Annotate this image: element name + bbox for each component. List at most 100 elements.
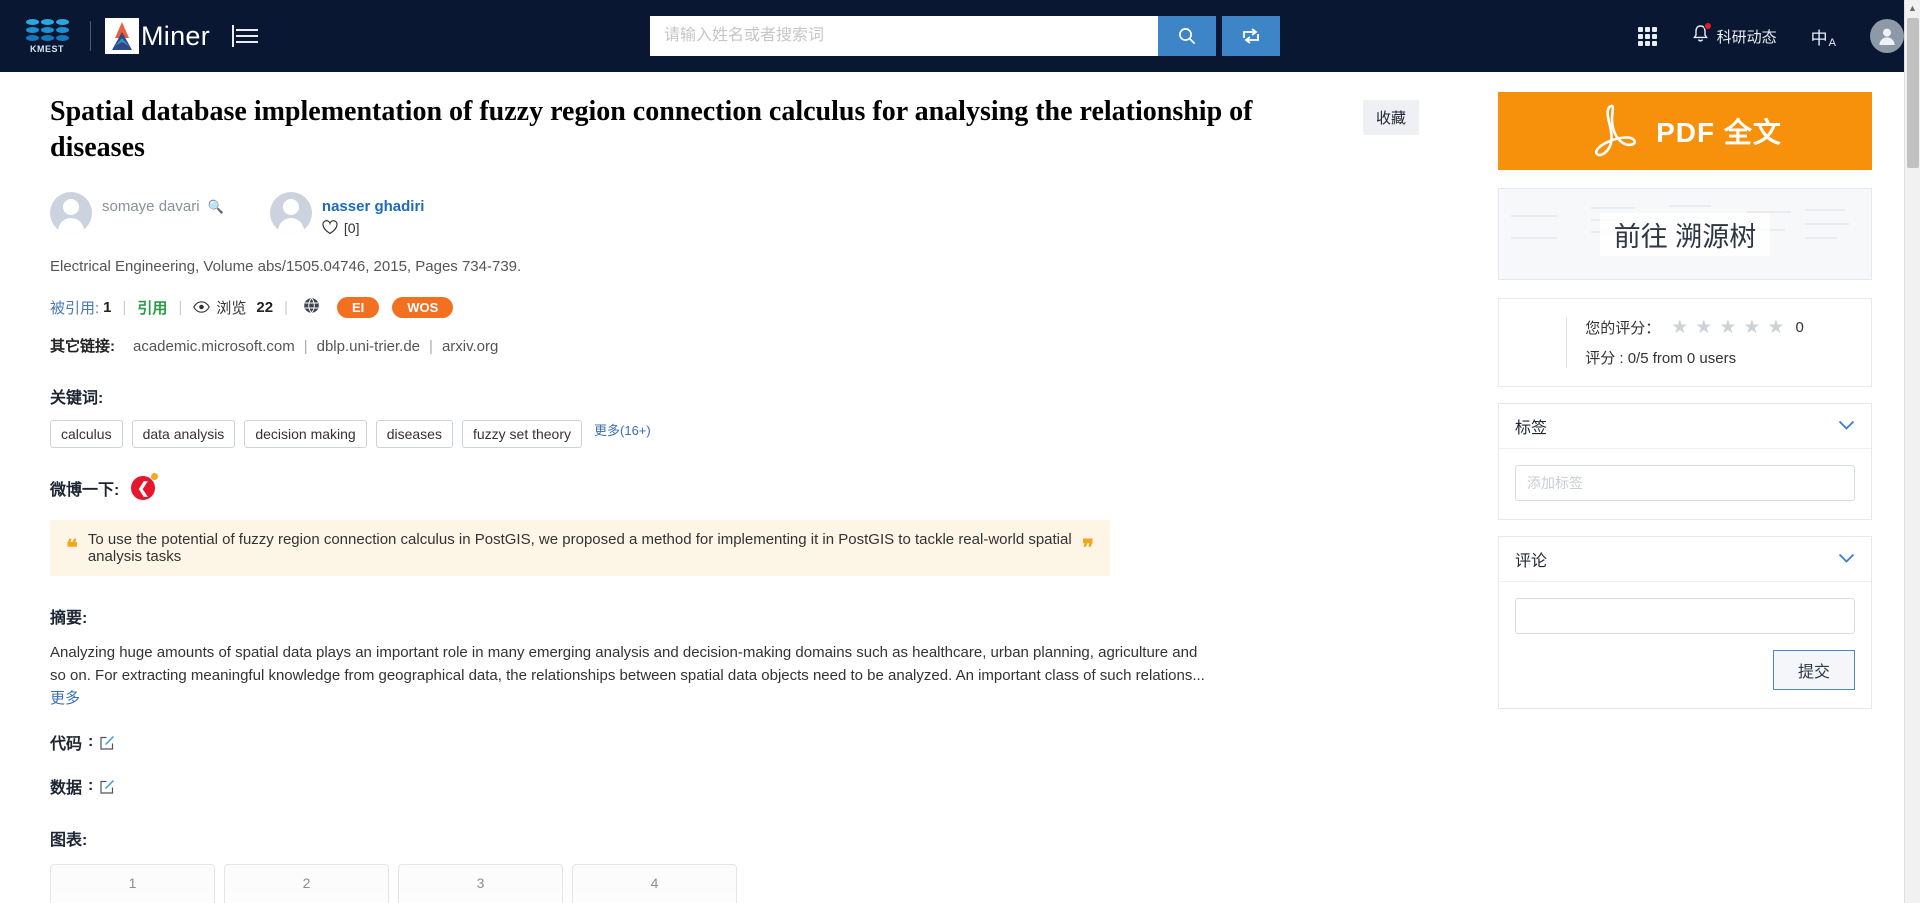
- comments-panel-title: 评论: [1515, 553, 1548, 570]
- star-icon[interactable]: ★: [1767, 318, 1784, 337]
- aminer-logo[interactable]: Miner: [105, 18, 210, 54]
- figure-thumbnail[interactable]: 4: [572, 864, 737, 903]
- external-edit-icon[interactable]: [99, 734, 116, 751]
- chevron-down-icon[interactable]: [1838, 418, 1855, 435]
- pdf-fulltext-button[interactable]: PDF 全文: [1498, 92, 1872, 170]
- cited-label: 被引用:: [50, 299, 100, 317]
- link-divider: |: [303, 337, 308, 355]
- code-row: 代码:: [50, 730, 1450, 754]
- brand-divider: [90, 21, 91, 51]
- keyword-list: calculus data analysis decision making d…: [50, 419, 1450, 448]
- tags-panel-header[interactable]: 标签: [1499, 404, 1871, 449]
- metric-divider: |: [122, 298, 127, 316]
- globe-icon[interactable]: [303, 297, 320, 318]
- abstract-label: 摘要: [50, 609, 83, 627]
- top-header-bar: KMEST Miner 请输入姓名或者搜索词 科研动态 中 A: [0, 0, 1920, 72]
- author-name[interactable]: somaye davari: [102, 198, 200, 215]
- hamburger-icon[interactable]: [232, 25, 259, 47]
- cite-button[interactable]: 引用: [137, 297, 167, 318]
- kmest-logo[interactable]: KMEST: [18, 14, 76, 58]
- language-toggle-button[interactable]: 中 A: [1811, 24, 1836, 49]
- data-label: 数据: [50, 780, 83, 798]
- scrollbar-thumb[interactable]: [1907, 18, 1919, 168]
- data-row: 数据:: [50, 774, 1450, 798]
- comment-input[interactable]: [1515, 598, 1855, 634]
- metric-divider: |: [178, 298, 183, 316]
- keyword-chip[interactable]: diseases: [375, 419, 453, 448]
- pdf-icon: [1595, 104, 1637, 157]
- author-likes[interactable]: [0]: [322, 220, 425, 236]
- comments-panel-header[interactable]: 评论: [1499, 537, 1871, 582]
- origin-tree-card[interactable]: 前往 溯源树: [1498, 188, 1872, 280]
- keywords-label: 关键词: [50, 389, 99, 407]
- submit-comment-button[interactable]: 提交: [1772, 650, 1855, 690]
- pdf-fulltext-label: PDF 全文: [1656, 117, 1782, 148]
- search-input[interactable]: [650, 16, 1158, 56]
- avatar: [50, 191, 92, 234]
- page-body: Spatial database implementation of fuzzy…: [0, 72, 1920, 903]
- figure-thumbnail[interactable]: 3: [398, 864, 563, 903]
- other-links-row: 其它链接: academic.microsoft.com | dblp.uni-…: [50, 335, 1450, 356]
- header-right-actions: 科研动态 中 A: [1637, 19, 1904, 53]
- search-button[interactable]: [1158, 16, 1216, 56]
- comments-panel: 评论 提交: [1498, 536, 1872, 709]
- user-account-button[interactable]: [1870, 19, 1904, 53]
- star-icon[interactable]: ★: [1695, 318, 1712, 337]
- exchange-search-button[interactable]: [1222, 16, 1280, 56]
- chevron-down-icon[interactable]: [1838, 551, 1855, 568]
- figure-thumbnail[interactable]: 1: [50, 864, 215, 903]
- quote-open-icon: ❝: [66, 534, 78, 560]
- your-rating-value: 0: [1795, 319, 1804, 336]
- page-scrollbar[interactable]: ▲: [1904, 0, 1920, 903]
- abstract-more-link[interactable]: 更多: [50, 690, 80, 707]
- language-secondary: A: [1828, 36, 1836, 49]
- keyword-chip[interactable]: fuzzy set theory: [461, 419, 583, 448]
- keyword-chip[interactable]: data analysis: [131, 419, 236, 448]
- code-label: 代码: [50, 736, 83, 754]
- keyword-chip[interactable]: decision making: [244, 419, 367, 448]
- star-icon[interactable]: ★: [1743, 318, 1760, 337]
- views-count: 22: [256, 298, 274, 316]
- author-like-count: [0]: [343, 219, 360, 236]
- badge-ei[interactable]: EI: [336, 296, 380, 318]
- favorite-button[interactable]: 收藏: [1363, 100, 1420, 135]
- star-icon[interactable]: ★: [1671, 318, 1688, 337]
- search-icon[interactable]: 🔍: [208, 199, 224, 214]
- grid-apps-icon: [1637, 26, 1657, 46]
- add-tag-input[interactable]: [1515, 465, 1855, 501]
- other-link-item[interactable]: academic.microsoft.com: [133, 338, 295, 355]
- weibo-icon[interactable]: ❮: [131, 472, 159, 500]
- weibo-label: 微博一下:: [50, 481, 120, 499]
- language-primary: 中: [1810, 28, 1828, 48]
- eye-icon: [193, 301, 211, 313]
- author-item[interactable]: somaye davari 🔍: [50, 191, 224, 234]
- other-link-item[interactable]: arxiv.org: [442, 338, 498, 355]
- keyword-chip[interactable]: calculus: [50, 419, 123, 448]
- other-link-item[interactable]: dblp.uni-trier.de: [317, 338, 420, 355]
- keywords-more-link[interactable]: 更多(16+): [594, 420, 651, 439]
- link-divider: |: [429, 337, 433, 355]
- rating-card: 您的评分： ★ ★ ★ ★ ★ 0 评分 : 0/5 from 0 users: [1498, 298, 1872, 387]
- brand-area[interactable]: KMEST Miner: [18, 14, 259, 58]
- heart-icon: [322, 220, 338, 235]
- author-meta: somaye davari 🔍: [102, 192, 224, 215]
- notifications-button[interactable]: 科研动态: [1691, 22, 1777, 48]
- star-icon[interactable]: ★: [1719, 318, 1736, 337]
- badge-wos[interactable]: WOS: [392, 296, 454, 318]
- scroll-up-arrow-icon[interactable]: ▲: [1905, 0, 1920, 16]
- notification-badge-dot: [1703, 22, 1712, 30]
- paper-main-column: Spatial database implementation of fuzzy…: [0, 72, 1490, 903]
- external-edit-icon[interactable]: [99, 778, 116, 795]
- origin-tree-label: 前往 溯源树: [1599, 212, 1771, 256]
- venue-info: Electrical Engineering, Volume abs/1505.…: [50, 257, 522, 275]
- author-item[interactable]: nasser ghadiri [0]: [269, 191, 425, 236]
- author-name[interactable]: nasser ghadiri: [322, 198, 425, 215]
- figure-thumbnail[interactable]: 2: [224, 864, 389, 903]
- star-rating-control[interactable]: ★ ★ ★ ★ ★: [1671, 318, 1784, 337]
- your-rating-row: 您的评分： ★ ★ ★ ★ ★ 0: [1585, 317, 1804, 338]
- bell-icon: [1691, 22, 1712, 48]
- search-icon: [1179, 28, 1196, 45]
- search-area: [650, 16, 1280, 56]
- apps-grid-button[interactable]: [1637, 26, 1657, 46]
- retweet-icon: [1243, 28, 1259, 44]
